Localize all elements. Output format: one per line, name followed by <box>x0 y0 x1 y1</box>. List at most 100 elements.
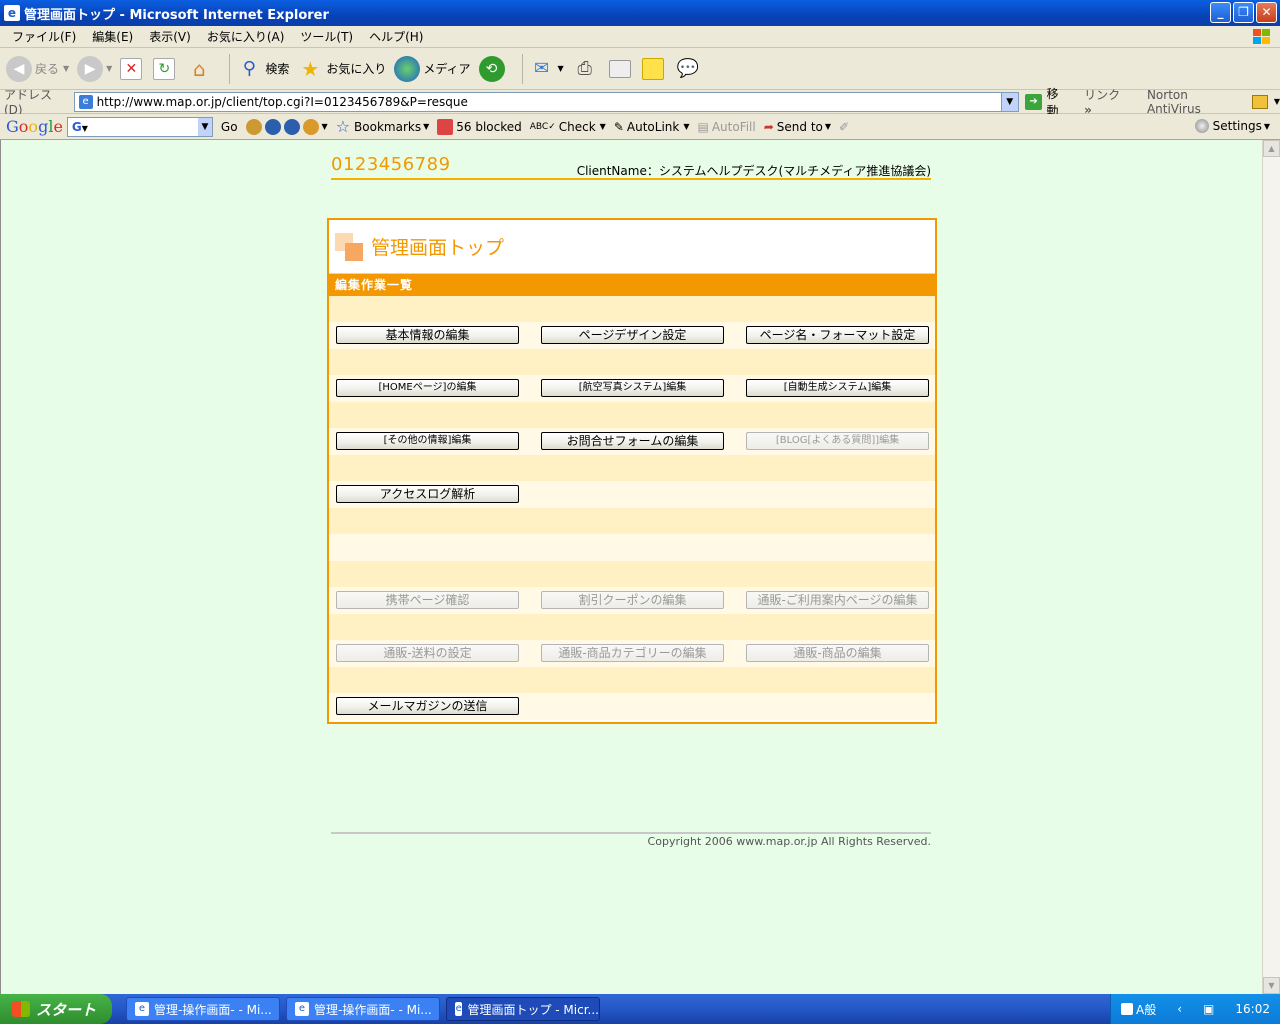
google-globe-icon[interactable] <box>264 118 281 135</box>
stop-button[interactable]: ✕ <box>120 57 145 80</box>
media-button[interactable]: メディア <box>394 55 471 82</box>
links-button[interactable]: リンク » <box>1084 86 1131 117</box>
favorites-button[interactable]: ★ お気に入り <box>297 56 386 82</box>
minimize-button[interactable]: _ <box>1210 2 1231 23</box>
maximize-button[interactable]: ❐ <box>1233 2 1254 23</box>
address-dropdown-icon[interactable]: ▼ <box>1000 92 1018 111</box>
settings-button[interactable]: Settings ▼ <box>1194 119 1270 133</box>
task-button[interactable]: お問合せフォームの編集 <box>541 432 724 450</box>
row-band <box>329 534 935 561</box>
search-dropdown-icon[interactable]: ▼ <box>197 117 212 136</box>
row-band <box>329 296 935 322</box>
task-button: 割引クーポンの編集 <box>541 591 724 609</box>
task-row: [その他の情報]編集 お問合せフォームの編集 [BLOG[よくある質問]]編集 <box>329 402 935 455</box>
start-button[interactable]: スタート <box>0 994 112 1024</box>
menu-help[interactable]: ヘルプ(H) <box>361 28 431 45</box>
send-to-button[interactable]: ➦ Send to ▼ <box>764 120 831 134</box>
network-icon[interactable]: ▣ <box>1203 1002 1214 1016</box>
task-button[interactable]: 基本情報の編集 <box>336 326 519 344</box>
back-button[interactable]: ◀ 戻る ▼ <box>6 55 70 82</box>
messenger-button[interactable]: 💬 <box>675 56 704 82</box>
norton-antivirus[interactable]: Norton AntiVirus <box>1147 88 1244 116</box>
google-globe2-icon[interactable] <box>283 118 300 135</box>
dropdown-icon: ▼ <box>423 122 430 131</box>
notes-button[interactable] <box>641 57 667 80</box>
printer-icon: ⎙ <box>577 58 592 79</box>
mail-button[interactable]: ✉ ▼ <box>529 56 564 82</box>
history-button[interactable]: ⟲ <box>478 55 508 82</box>
mail-icon: ✉ <box>533 58 550 79</box>
highlight-button[interactable]: ✐ <box>839 120 849 134</box>
task-button[interactable]: [HOMEページ]の編集 <box>336 379 519 397</box>
scroll-up-icon[interactable]: ▲ <box>1263 140 1280 157</box>
settings-icon <box>1194 119 1209 133</box>
taskbar-window-button[interactable]: e 管理-操作画面- - Mi... <box>126 997 280 1021</box>
back-arrow-icon: ◀ <box>6 55 32 82</box>
menu-file[interactable]: ファイル(F) <box>4 28 84 45</box>
task-button: 通販-送料の設定 <box>336 644 519 662</box>
norton-icon[interactable] <box>1252 94 1268 109</box>
popup-blocker-button[interactable]: 56 blocked <box>437 118 522 135</box>
taskbar-window-button[interactable]: e 管理-操作画面- - Mi... <box>286 997 440 1021</box>
dropdown-icon: ▼ <box>63 64 70 73</box>
google-search-input[interactable]: G▼ ▼ <box>66 116 213 137</box>
tray-expand-icon[interactable]: ‹ <box>1177 1002 1182 1016</box>
clock[interactable]: 16:02 <box>1235 1002 1270 1016</box>
bookmark-star-icon: ☆ <box>335 117 351 136</box>
task-button[interactable]: アクセスログ解析 <box>336 485 519 503</box>
menu-bar: ファイル(F) 編集(E) 表示(V) お気に入り(A) ツール(T) ヘルプ(… <box>0 26 1280 48</box>
settings-label: Settings <box>1212 119 1262 133</box>
task-button[interactable]: [自動生成システム]編集 <box>746 379 929 397</box>
menu-favorites[interactable]: お気に入り(A) <box>199 28 293 45</box>
menu-edit[interactable]: 編集(E) <box>84 28 141 45</box>
copyright: Copyright 2006 www.map.or.jp All Rights … <box>647 835 931 848</box>
google-logo[interactable]: Google <box>6 117 63 136</box>
panel-header: 管理画面トップ <box>329 220 935 274</box>
taskbar-window-button[interactable]: e 管理画面トップ - Micr... <box>446 997 600 1021</box>
windows-flag-icon <box>12 1001 30 1017</box>
autofill-label: AutoFill <box>711 119 756 134</box>
dropdown-icon: ▼ <box>557 64 564 73</box>
client-id: 0123456789 <box>331 154 451 175</box>
scroll-down-icon[interactable]: ▼ <box>1263 977 1280 994</box>
task-button[interactable]: ページデザイン設定 <box>541 326 724 344</box>
home-button[interactable]: ⌂ <box>186 56 215 82</box>
autolink-button[interactable]: ✎ AutoLink ▼ <box>614 120 690 134</box>
edit-button[interactable] <box>608 59 634 78</box>
task-button[interactable]: ページ名・フォーマット設定 <box>746 326 929 344</box>
ime-icon[interactable]: A般 <box>1121 1001 1156 1018</box>
vertical-scrollbar[interactable]: ▲ ▼ <box>1262 140 1280 994</box>
dropdown-icon[interactable]: ▼ <box>1274 97 1280 106</box>
puzzle-icon[interactable] <box>302 118 319 135</box>
task-button[interactable]: [航空写真システム]編集 <box>541 379 724 397</box>
task-row <box>329 508 935 561</box>
close-button[interactable]: ✕ <box>1256 2 1277 23</box>
ie-icon: e <box>4 5 20 21</box>
menu-tools[interactable]: ツール(T) <box>292 28 361 45</box>
dropdown-icon: ▼ <box>824 122 832 131</box>
google-go-button[interactable]: Go <box>221 120 238 134</box>
page-rank-icon[interactable] <box>245 118 262 135</box>
menu-view[interactable]: 表示(V) <box>141 28 199 45</box>
spell-check-button[interactable]: ABC✓ Check ▼ <box>530 120 606 134</box>
search-button[interactable]: ⚲ 検索 <box>236 56 290 82</box>
task-button[interactable]: メールマガジンの送信 <box>336 697 519 715</box>
standard-toolbar: ◀ 戻る ▼ ▶ ▼ ✕ ↻ ⌂ ⚲ 検索 ★ お気に入り メディア ⟲ ✉ ▼… <box>0 48 1280 90</box>
bookmarks-button[interactable]: ☆ Bookmarks ▼ <box>336 117 430 136</box>
task-button-cell: アクセスログ解析 <box>336 485 519 503</box>
print-button[interactable]: ⎙ <box>572 56 601 82</box>
row-band <box>329 614 935 640</box>
forward-button[interactable]: ▶ ▼ <box>77 55 112 82</box>
links-label: リンク <box>1084 88 1121 102</box>
search-label: 検索 <box>265 62 290 76</box>
task-button-cell: [その他の情報]編集 <box>336 432 519 450</box>
refresh-button[interactable]: ↻ <box>153 57 178 80</box>
favorites-label: お気に入り <box>326 62 387 76</box>
search-icon: ⚲ <box>242 58 256 79</box>
task-label: 管理-操作画面- - Mi... <box>154 1002 272 1017</box>
address-input[interactable]: e http://www.map.or.jp/client/top.cgi?I=… <box>73 91 1019 112</box>
dropdown-icon[interactable]: ▼ <box>322 122 328 131</box>
autofill-button[interactable]: ▤ AutoFill <box>697 120 755 134</box>
task-button[interactable]: [その他の情報]編集 <box>336 432 519 450</box>
toolbar-separator <box>229 53 231 84</box>
